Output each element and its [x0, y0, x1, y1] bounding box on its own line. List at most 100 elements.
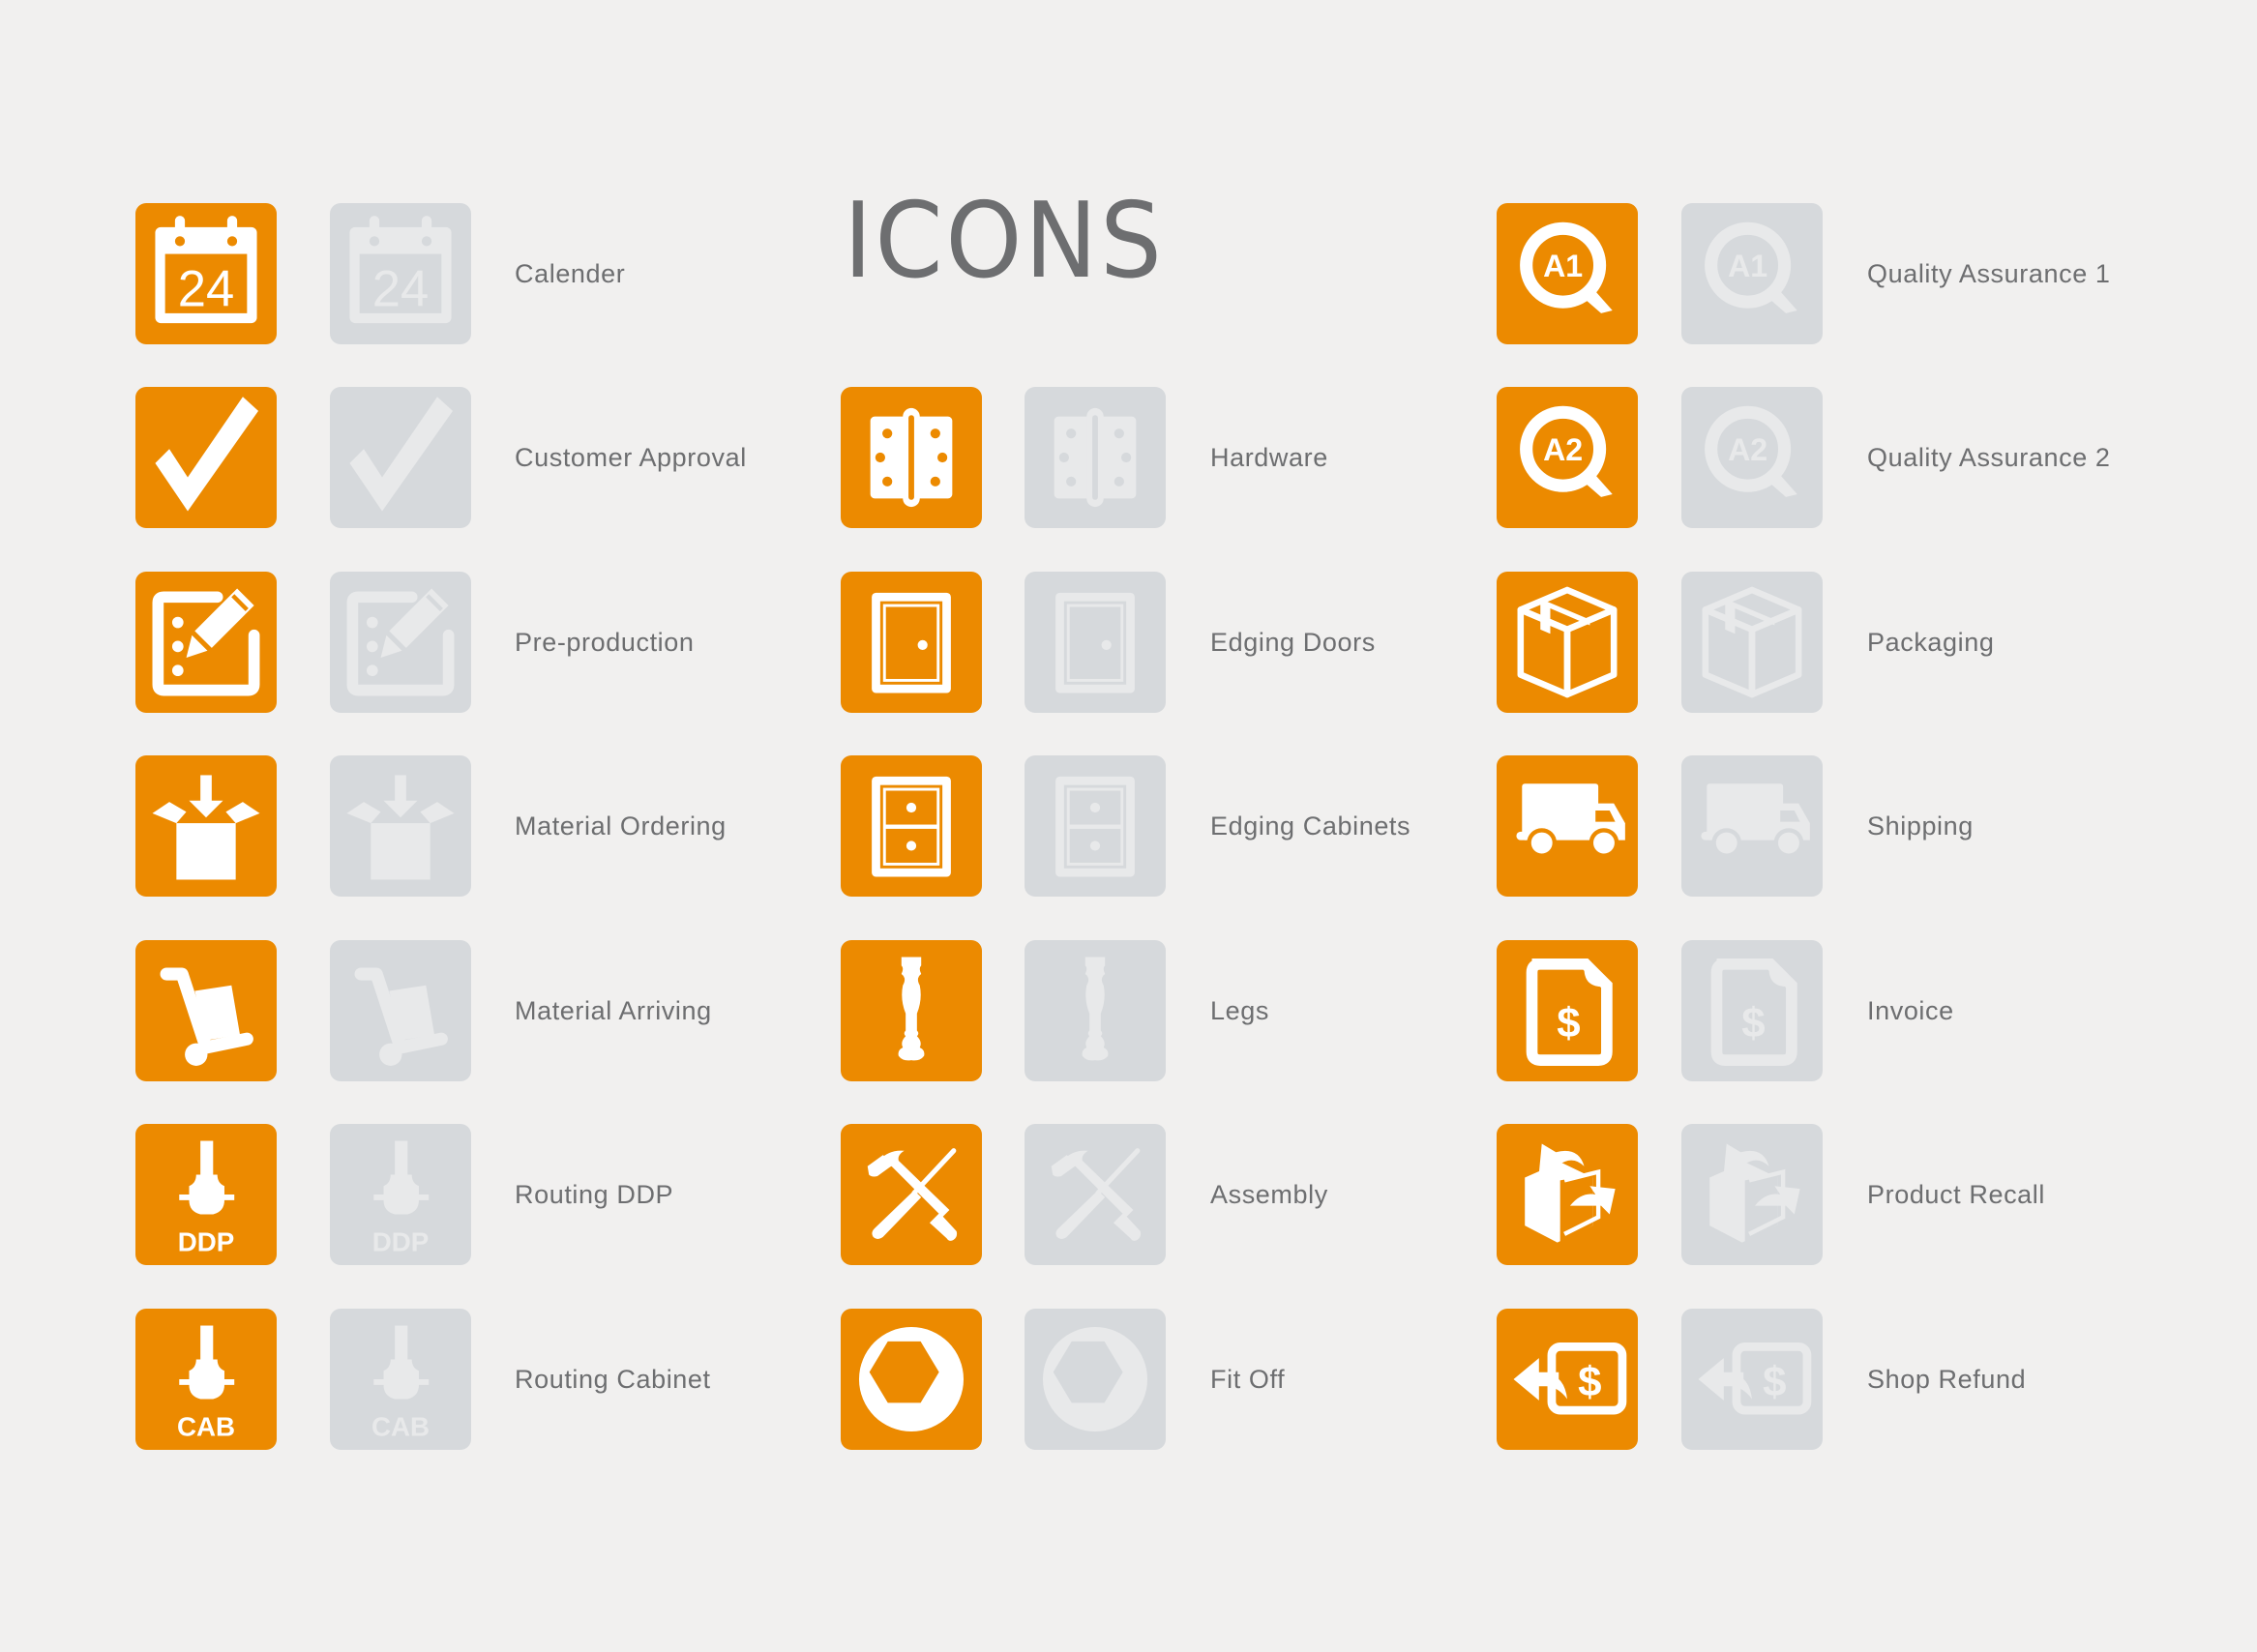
refund-inactive-tile: $ — [1681, 1309, 1823, 1450]
svg-text:$: $ — [1763, 1359, 1786, 1406]
truck-icon — [1681, 755, 1823, 897]
icon-label: Calender — [515, 259, 626, 288]
edit-checklist-inactive-tile — [330, 572, 471, 713]
hand-truck-icon — [330, 940, 471, 1081]
icon-label: Material Arriving — [515, 996, 712, 1025]
hex-nut-icon — [1025, 1309, 1166, 1450]
hex-nut-inactive-tile — [1025, 1309, 1166, 1450]
invoice-icon: $ — [1497, 940, 1638, 1081]
icon-label: Material Ordering — [515, 811, 727, 841]
hinge-icon — [1025, 387, 1166, 528]
svg-text:A2: A2 — [1728, 432, 1767, 467]
icon-label: Product Recall — [1867, 1180, 2045, 1209]
table-leg-inactive-tile — [1025, 940, 1166, 1081]
hinge-active-tile — [841, 387, 982, 528]
svg-text:DDP: DDP — [372, 1226, 430, 1256]
package-icon — [1681, 572, 1823, 713]
icon-label: Packaging — [1867, 628, 1995, 657]
icon-label: Invoice — [1867, 996, 1954, 1025]
svg-text:$: $ — [1741, 1000, 1765, 1047]
refund-icon: $ — [1497, 1309, 1638, 1450]
router-bit-icon: DDP — [330, 1124, 471, 1265]
table-leg-icon — [841, 940, 982, 1081]
box-in-icon — [330, 755, 471, 897]
svg-text:A1: A1 — [1543, 249, 1583, 283]
truck-inactive-tile — [1681, 755, 1823, 897]
svg-text:$: $ — [1578, 1359, 1601, 1406]
icon-label: Quality Assurance 1 — [1867, 259, 2111, 288]
door-inactive-tile — [1025, 572, 1166, 713]
hammer-screwdriver-inactive-tile — [1025, 1124, 1166, 1265]
hand-truck-active-tile — [135, 940, 277, 1081]
hand-truck-inactive-tile — [330, 940, 471, 1081]
calendar-icon: 24 — [135, 203, 277, 344]
svg-text:DDP: DDP — [178, 1226, 235, 1256]
table-leg-active-tile — [841, 940, 982, 1081]
cabinet-icon — [1025, 755, 1166, 897]
icon-label: Customer Approval — [515, 443, 747, 472]
product-recall-active-tile — [1497, 1124, 1638, 1265]
hammer-screwdriver-icon — [841, 1124, 982, 1265]
icon-label: Routing Cabinet — [515, 1365, 711, 1394]
calendar-inactive-tile: 24 — [330, 203, 471, 344]
icon-label: Quality Assurance 2 — [1867, 443, 2111, 472]
product-recall-inactive-tile — [1681, 1124, 1823, 1265]
router-bit-inactive-tile: DDP — [330, 1124, 471, 1265]
truck-active-tile — [1497, 755, 1638, 897]
hammer-screwdriver-icon — [1025, 1124, 1166, 1265]
invoice-active-tile: $ — [1497, 940, 1638, 1081]
svg-text:A2: A2 — [1543, 432, 1583, 467]
magnifier-icon: A1 — [1497, 203, 1638, 344]
product-recall-icon — [1681, 1124, 1823, 1265]
hammer-screwdriver-active-tile — [841, 1124, 982, 1265]
table-leg-icon — [1025, 940, 1166, 1081]
router-bit-active-tile: CAB — [135, 1309, 277, 1450]
icon-label: Pre-production — [515, 628, 695, 657]
icon-label: Fit Off — [1210, 1365, 1286, 1394]
svg-text:$: $ — [1557, 1000, 1580, 1047]
icon-label: Routing DDP — [515, 1180, 674, 1209]
hex-nut-active-tile — [841, 1309, 982, 1450]
product-recall-icon — [1497, 1124, 1638, 1265]
icon-label: Edging Cabinets — [1210, 811, 1411, 841]
icon-label: Legs — [1210, 996, 1269, 1025]
calendar-active-tile: 24 — [135, 203, 277, 344]
hex-nut-icon — [841, 1309, 982, 1450]
magnifier-icon: A2 — [1497, 387, 1638, 528]
cabinet-inactive-tile — [1025, 755, 1166, 897]
magnifier-active-tile: A1 — [1497, 203, 1638, 344]
router-bit-inactive-tile: CAB — [330, 1309, 471, 1450]
router-bit-icon: CAB — [330, 1309, 471, 1450]
icon-label: Shipping — [1867, 811, 1974, 841]
checkmark-active-tile — [135, 387, 277, 528]
checkmark-icon — [135, 387, 277, 528]
edit-checklist-active-tile — [135, 572, 277, 713]
magnifier-icon: A1 — [1681, 203, 1823, 344]
hinge-icon — [841, 387, 982, 528]
edit-checklist-icon — [135, 572, 277, 713]
door-active-tile — [841, 572, 982, 713]
icon-label: Edging Doors — [1210, 628, 1376, 657]
magnifier-icon: A2 — [1681, 387, 1823, 528]
svg-text:24: 24 — [178, 261, 234, 318]
svg-text:A1: A1 — [1728, 249, 1767, 283]
checkmark-inactive-tile — [330, 387, 471, 528]
router-bit-icon: DDP — [135, 1124, 277, 1265]
svg-text:CAB: CAB — [371, 1411, 430, 1441]
box-in-icon — [135, 755, 277, 897]
icon-label: Shop Refund — [1867, 1365, 2027, 1394]
hand-truck-icon — [135, 940, 277, 1081]
truck-icon — [1497, 755, 1638, 897]
door-icon — [841, 572, 982, 713]
package-active-tile — [1497, 572, 1638, 713]
cabinet-icon — [841, 755, 982, 897]
magnifier-inactive-tile: A2 — [1681, 387, 1823, 528]
cabinet-active-tile — [841, 755, 982, 897]
refund-active-tile: $ — [1497, 1309, 1638, 1450]
box-in-active-tile — [135, 755, 277, 897]
router-bit-icon: CAB — [135, 1309, 277, 1450]
refund-icon: $ — [1681, 1309, 1823, 1450]
door-icon — [1025, 572, 1166, 713]
package-icon — [1497, 572, 1638, 713]
svg-text:24: 24 — [372, 261, 429, 318]
